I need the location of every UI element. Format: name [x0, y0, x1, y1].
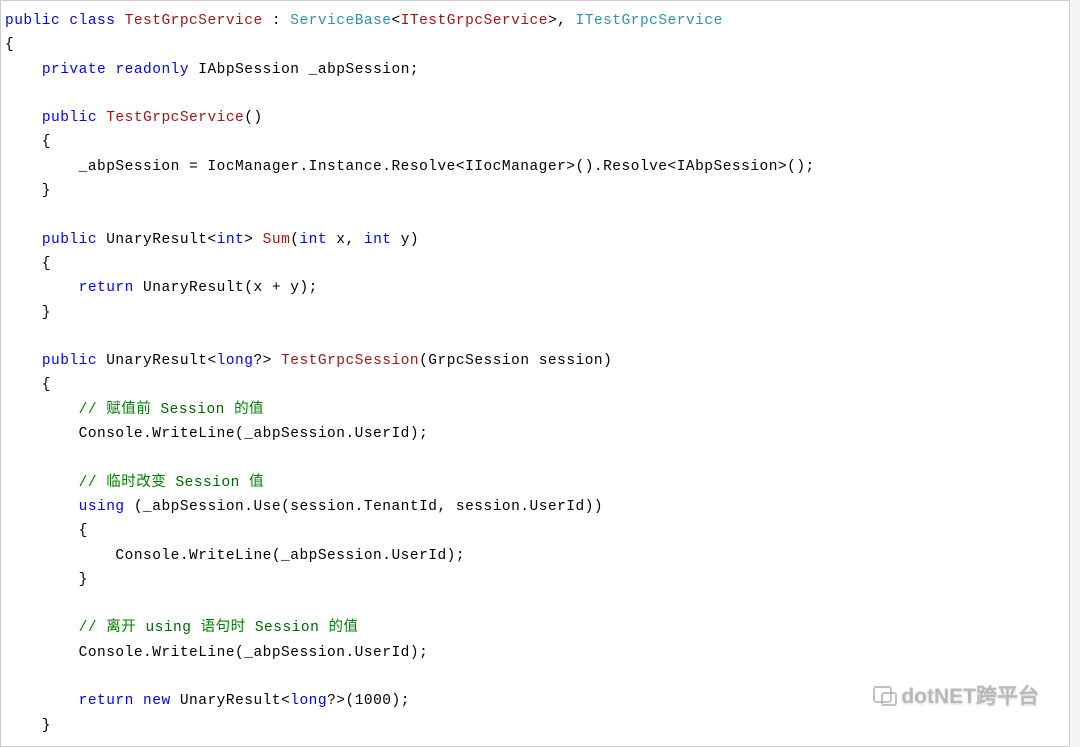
code-content: public class TestGrpcService : ServiceBa… [5, 9, 1065, 738]
kw-return: return [79, 693, 134, 709]
constructor: TestGrpcService [106, 110, 244, 126]
kw-readonly: readonly [115, 62, 189, 78]
kw-return: return [79, 280, 134, 296]
type-int: int [217, 232, 245, 248]
kw-using: using [79, 499, 125, 515]
interface: ITestGrpcService [576, 13, 723, 29]
type-arg: ITestGrpcService [401, 13, 548, 29]
watermark-text: dotNET跨平台 [901, 680, 1039, 710]
method-testgrpc: TestGrpcSession [281, 353, 419, 369]
comment: // [79, 620, 107, 636]
watermark: dotNET跨平台 [873, 680, 1039, 710]
kw-new: new [143, 693, 171, 709]
kw-public: public [5, 13, 60, 29]
kw-class: class [69, 13, 115, 29]
kw-public: public [42, 232, 97, 248]
chat-bubble-icon [873, 686, 895, 704]
kw-public: public [42, 353, 97, 369]
comment: // [79, 475, 107, 491]
base-type: ServiceBase [290, 13, 391, 29]
kw-public: public [42, 110, 97, 126]
method-sum: Sum [263, 232, 291, 248]
kw-private: private [42, 62, 106, 78]
class-name: TestGrpcService [125, 13, 263, 29]
comment: // [79, 402, 107, 418]
code-block: public class TestGrpcService : ServiceBa… [0, 0, 1070, 747]
type-long: long [217, 353, 254, 369]
